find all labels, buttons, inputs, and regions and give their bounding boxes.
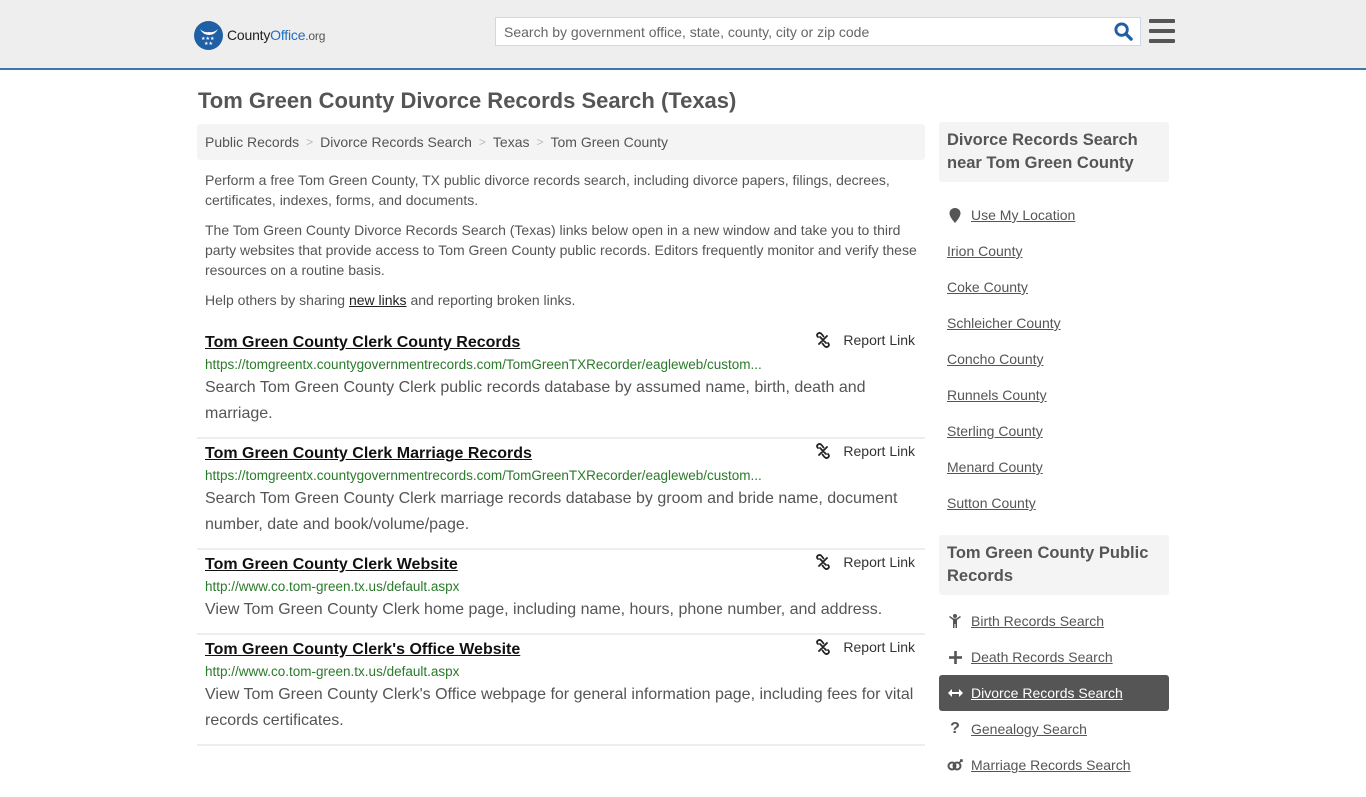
nearby-county-item[interactable]: Schleicher County	[939, 305, 1169, 341]
plus-icon	[947, 650, 963, 664]
county-link-irion[interactable]: Irion County	[947, 243, 1022, 259]
search-icon	[1113, 22, 1133, 41]
death-records-link[interactable]: Death Records Search	[971, 649, 1113, 665]
nearby-heading: Divorce Records Search near Tom Green Co…	[939, 122, 1169, 182]
county-link-sterling[interactable]: Sterling County	[947, 423, 1043, 439]
marriage-icon	[947, 759, 963, 771]
sidebar: Divorce Records Search near Tom Green Co…	[939, 122, 1169, 797]
new-links-link[interactable]: new links	[349, 292, 407, 308]
broken-link-icon	[815, 554, 831, 570]
intro-paragraph-3: Help others by sharing new links and rep…	[205, 292, 576, 308]
menu-bar	[1149, 29, 1175, 33]
result-item: Tom Green County Clerk Marriage Records …	[197, 439, 925, 550]
result-description: View Tom Green County Clerk home page, i…	[205, 601, 883, 618]
sidebar-item-divorce-records[interactable]: Divorce Records Search	[939, 675, 1169, 711]
search-input[interactable]	[496, 18, 1106, 45]
breadcrumb-separator: >	[478, 135, 486, 149]
county-link-runnels[interactable]: Runnels County	[947, 387, 1047, 403]
divorce-records-link[interactable]: Divorce Records Search	[971, 685, 1123, 701]
use-my-location-link[interactable]: Use My Location	[971, 207, 1075, 223]
nearby-county-item[interactable]: Coke County	[939, 269, 1169, 305]
result-url[interactable]: http://www.co.tom-green.tx.us/default.as…	[205, 577, 785, 597]
result-item: Tom Green County Clerk Website http://ww…	[197, 550, 925, 635]
results-list: Tom Green County Clerk County Records ht…	[197, 328, 925, 746]
child-icon	[947, 614, 963, 628]
result-url[interactable]: https://tomgreentx.countygovernmentrecor…	[205, 466, 785, 486]
breadcrumb-divorce-records-search[interactable]: Divorce Records Search	[320, 134, 472, 150]
county-link-sutton[interactable]: Sutton County	[947, 495, 1036, 511]
intro-paragraph-1: Perform a free Tom Green County, TX publ…	[205, 172, 890, 208]
county-link-menard[interactable]: Menard County	[947, 459, 1043, 475]
menu-bar	[1149, 39, 1175, 43]
breadcrumb-separator: >	[306, 135, 314, 149]
county-link-coke[interactable]: Coke County	[947, 279, 1028, 295]
report-link-button[interactable]: Report Link	[815, 639, 915, 655]
use-my-location-item[interactable]: Use My Location	[939, 197, 1169, 233]
site-header: ★★★ ★★ CountyOffice.org	[0, 0, 1366, 70]
breadcrumb-separator: >	[536, 135, 544, 149]
search-button[interactable]	[1106, 18, 1140, 45]
arrows-horizontal-icon	[947, 688, 963, 698]
nearby-county-item[interactable]: Irion County	[939, 233, 1169, 269]
county-link-schleicher[interactable]: Schleicher County	[947, 315, 1061, 331]
marriage-records-link[interactable]: Marriage Records Search	[971, 757, 1131, 773]
question-icon: ?	[950, 720, 960, 737]
genealogy-link[interactable]: Genealogy Search	[971, 721, 1087, 737]
logo-text: CountyOffice.org	[227, 27, 326, 43]
nearby-county-list: Use My Location Irion County Coke County…	[939, 182, 1169, 535]
svg-text:★★: ★★	[204, 41, 213, 45]
result-description: Search Tom Green County Clerk public rec…	[205, 379, 866, 422]
broken-link-icon	[815, 332, 831, 348]
result-url[interactable]: https://tomgreentx.countygovernmentrecor…	[205, 355, 785, 375]
result-title-link[interactable]: Tom Green County Clerk County Records	[205, 331, 917, 355]
site-logo[interactable]: ★★★ ★★ CountyOffice.org	[194, 20, 325, 50]
sidebar-item-genealogy[interactable]: ? Genealogy Search	[939, 711, 1169, 747]
nearby-county-item[interactable]: Sterling County	[939, 413, 1169, 449]
map-marker-icon	[947, 207, 963, 223]
result-url[interactable]: http://www.co.tom-green.tx.us/default.as…	[205, 662, 785, 682]
county-link-concho[interactable]: Concho County	[947, 351, 1044, 367]
nearby-county-item[interactable]: Runnels County	[939, 377, 1169, 413]
nearby-county-item[interactable]: Menard County	[939, 449, 1169, 485]
page-title: Tom Green County Divorce Records Search …	[198, 88, 737, 113]
sidebar-item-death-records[interactable]: Death Records Search	[939, 639, 1169, 675]
result-item: Tom Green County Clerk County Records ht…	[197, 328, 925, 439]
breadcrumb: Public Records > Divorce Records Search …	[197, 124, 925, 160]
report-link-button[interactable]: Report Link	[815, 332, 915, 348]
nearby-county-item[interactable]: Sutton County	[939, 485, 1169, 521]
report-link-button[interactable]: Report Link	[815, 554, 915, 570]
result-title-link[interactable]: Tom Green County Clerk's Office Website	[205, 638, 917, 662]
breadcrumb-texas[interactable]: Texas	[493, 134, 530, 150]
report-link-button[interactable]: Report Link	[815, 443, 915, 459]
intro-text: Perform a free Tom Green County, TX publ…	[205, 170, 921, 320]
eagle-logo-icon: ★★★ ★★	[194, 20, 223, 50]
search-bar	[495, 17, 1141, 46]
menu-bar	[1149, 19, 1175, 23]
public-records-list: Birth Records Search Death Records Searc…	[939, 595, 1169, 797]
public-records-heading: Tom Green County Public Records	[939, 535, 1169, 595]
result-item: Tom Green County Clerk's Office Website …	[197, 635, 925, 746]
result-title-link[interactable]: Tom Green County Clerk Website	[205, 553, 917, 577]
breadcrumb-public-records[interactable]: Public Records	[205, 134, 299, 150]
breadcrumb-tom-green-county[interactable]: Tom Green County	[551, 134, 669, 150]
result-title-link[interactable]: Tom Green County Clerk Marriage Records	[205, 442, 917, 466]
nearby-county-item[interactable]: Concho County	[939, 341, 1169, 377]
broken-link-icon	[815, 443, 831, 459]
sidebar-item-marriage-records[interactable]: Marriage Records Search	[939, 747, 1169, 783]
sidebar-item-birth-records[interactable]: Birth Records Search	[939, 603, 1169, 639]
birth-records-link[interactable]: Birth Records Search	[971, 613, 1104, 629]
result-description: View Tom Green County Clerk's Office web…	[205, 686, 914, 729]
intro-paragraph-2: The Tom Green County Divorce Records Sea…	[205, 222, 917, 278]
result-description: Search Tom Green County Clerk marriage r…	[205, 490, 898, 533]
broken-link-icon	[815, 639, 831, 655]
hamburger-menu-button[interactable]	[1149, 19, 1175, 43]
